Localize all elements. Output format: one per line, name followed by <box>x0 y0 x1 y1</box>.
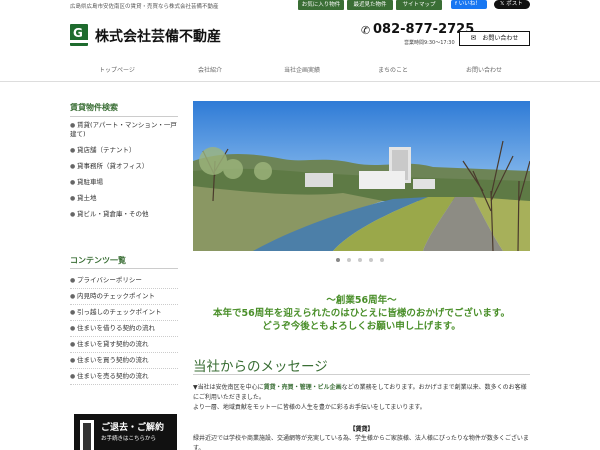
bullet-icon: ● <box>70 373 76 380</box>
hero-slider-image[interactable] <box>193 101 530 251</box>
bullet-icon: ● <box>70 309 76 316</box>
bullet-icon: ● <box>70 277 76 284</box>
mail-icon: ✉ <box>470 34 477 42</box>
nav-item-projects[interactable]: 当社企画実績 <box>284 65 320 74</box>
sidebar-item-land[interactable]: ● 貸土地 <box>70 194 178 203</box>
slider-dot[interactable] <box>358 258 362 262</box>
sidebar-item-label: プライバシーポリシー <box>77 276 142 284</box>
door-icon <box>80 420 94 450</box>
sidebar-item-label: 賃貸(アパート・マンション・一戸建て) <box>70 121 177 138</box>
highlighted-services: 賃貸・売買・管理・ビル企画 <box>263 384 342 391</box>
banner-title: ご退去・ご解約 <box>101 423 165 433</box>
favorites-link[interactable]: お気に入り物件 <box>298 0 344 10</box>
slider-dot[interactable] <box>347 258 351 262</box>
bullet-icon: ● <box>70 293 76 300</box>
slider-dot[interactable] <box>380 258 384 262</box>
bullet-icon: ● <box>70 195 76 202</box>
sidebar-item-label: 引っ越しのチェックポイント <box>77 308 162 316</box>
anniversary-line: どうぞ今後ともよろしくお願い申し上げます。 <box>262 321 461 332</box>
rental-paragraph: 緑井近辺では学校や商業施設、交通網等が充実している為、学生様からご家族様、法人様… <box>193 435 529 450</box>
bullet-icon: ● <box>70 341 76 348</box>
message-divider <box>193 374 530 375</box>
sidebar-item-label: 住まいを売る契約の流れ <box>77 372 149 380</box>
sidebar-item-label: 貸ビル・貸倉庫・その他 <box>77 210 149 218</box>
bullet-icon: ● <box>70 122 76 129</box>
sidebar-item-privacy[interactable]: ● プライバシーポリシー <box>70 276 178 289</box>
slider-dot[interactable] <box>336 258 340 262</box>
bullet-icon: ● <box>70 357 76 364</box>
river-landscape-photo <box>193 101 530 251</box>
contact-button[interactable]: ✉ お問い合わせ <box>459 31 530 46</box>
company-name[interactable]: 株式会社芸備不動産 <box>95 26 221 46</box>
x-post-label: ポスト <box>506 1 523 7</box>
sidebar-item-residential[interactable]: ● 賃貸(アパート・マンション・一戸建て) <box>70 121 178 139</box>
message-title: 当社からのメッセージ <box>193 359 328 375</box>
recently-viewed-link[interactable]: 最近見た物件 <box>347 0 393 10</box>
bullet-icon: ● <box>70 147 76 154</box>
anniversary-line: 本年で56周年を迎えられたのはひとえに皆様のおかげでございます。 <box>213 308 510 319</box>
rental-search-heading: 賃貸物件検索 <box>70 103 118 112</box>
site-tagline: 広島県広島市安佐南区の賃貸・売買なら株式会社芸備不動産 <box>70 4 219 10</box>
sidebar-item-buy-flow[interactable]: ● 住まいを買う契約の流れ <box>70 356 178 369</box>
nav-item-town[interactable]: まちのこと <box>378 65 408 74</box>
message-paragraph: より一層、地域貢献をモットーに皆様の人生を豊かに彩るお手伝いをしてまいります。 <box>193 404 426 411</box>
nav-item-about[interactable]: 会社紹介 <box>198 65 222 74</box>
slider-dots <box>336 258 391 264</box>
nav-item-top[interactable]: トップページ <box>99 65 135 74</box>
bullet-icon: ● <box>70 211 76 218</box>
contact-button-label: お問い合わせ <box>482 35 519 42</box>
phone-icon: ✆ <box>361 24 371 37</box>
message-paragraph: ▼当社は安佐南区を中心に賃貸・売買・管理・ビル企画などの業務をしております。おか… <box>193 383 530 402</box>
sidebar-item-sell-flow[interactable]: ● 住まいを売る契約の流れ <box>70 372 178 385</box>
slider-dot[interactable] <box>369 258 373 262</box>
sidebar-item-moving-checkpoints[interactable]: ● 引っ越しのチェックポイント <box>70 308 178 321</box>
banner-subtitle: お手続きはこちらから <box>101 436 157 442</box>
sidebar-item-parking[interactable]: ● 貸駐車場 <box>70 178 178 187</box>
move-out-banner[interactable]: ご退去・ご解約 お手続きはこちらから <box>74 414 177 450</box>
bullet-icon: ● <box>70 325 76 332</box>
sidebar-item-store[interactable]: ● 貸店舗（テナント） <box>70 146 178 155</box>
top-strip: 広島県広島市安佐南区の賃貸・売買なら株式会社芸備不動産 お気に入り物件 最近見た… <box>0 0 600 12</box>
nav-item-contact[interactable]: お問い合わせ <box>466 65 502 74</box>
company-logo-icon[interactable]: G <box>70 24 88 46</box>
sidebar-item-label: 貸店舗（テナント） <box>77 146 136 154</box>
sidebar-item-label: 貸事務所（貸オフィス） <box>77 162 149 170</box>
sidebar-item-lease-flow[interactable]: ● 住まいを貸す契約の流れ <box>70 340 178 353</box>
x-post-button[interactable]: 𝕏 ポスト <box>494 0 530 9</box>
sidebar-item-viewing-checkpoints[interactable]: ● 内見時のチェックポイント <box>70 292 178 305</box>
content-list-heading: コンテンツ一覧 <box>70 256 126 265</box>
content-list-divider <box>70 268 178 269</box>
sidebar-item-rent-flow[interactable]: ● 住まいを借りる契約の流れ <box>70 324 178 337</box>
bullet-icon: ● <box>70 163 76 170</box>
facebook-like-label: いいね！ <box>458 1 481 7</box>
logo-stripe <box>70 40 88 43</box>
facebook-like-button[interactable]: f いいね！ <box>451 0 487 9</box>
sitemap-link[interactable]: サイトマップ <box>396 0 442 10</box>
sidebar-item-label: 貸土地 <box>77 194 97 202</box>
rental-subheading: 【賃貸】 <box>349 426 374 433</box>
bullet-icon: ● <box>70 179 76 186</box>
sidebar-item-label: 住まいを買う契約の流れ <box>77 356 149 364</box>
sidebar-item-label: 貸駐車場 <box>77 178 103 186</box>
sidebar-item-label: 内見時のチェックポイント <box>77 292 155 300</box>
anniversary-heading: ～創業56周年～ <box>326 295 397 306</box>
sidebar-item-label: 住まいを借りる契約の流れ <box>77 324 155 332</box>
sidebar-item-office[interactable]: ● 貸事務所（貸オフィス） <box>70 162 178 171</box>
paragraph-text: ▼当社は安佐南区を中心に <box>193 384 264 391</box>
rental-search-divider <box>70 116 178 117</box>
logo-letter: G <box>73 26 83 40</box>
global-nav: トップページ 会社紹介 当社企画実績 まちのこと お問い合わせ <box>0 56 600 82</box>
sidebar-item-building[interactable]: ● 貸ビル・貸倉庫・その他 <box>70 210 178 219</box>
sidebar-item-label: 住まいを貸す契約の流れ <box>77 340 149 348</box>
business-hours: 営業時間9:30～17:30 <box>404 40 455 46</box>
